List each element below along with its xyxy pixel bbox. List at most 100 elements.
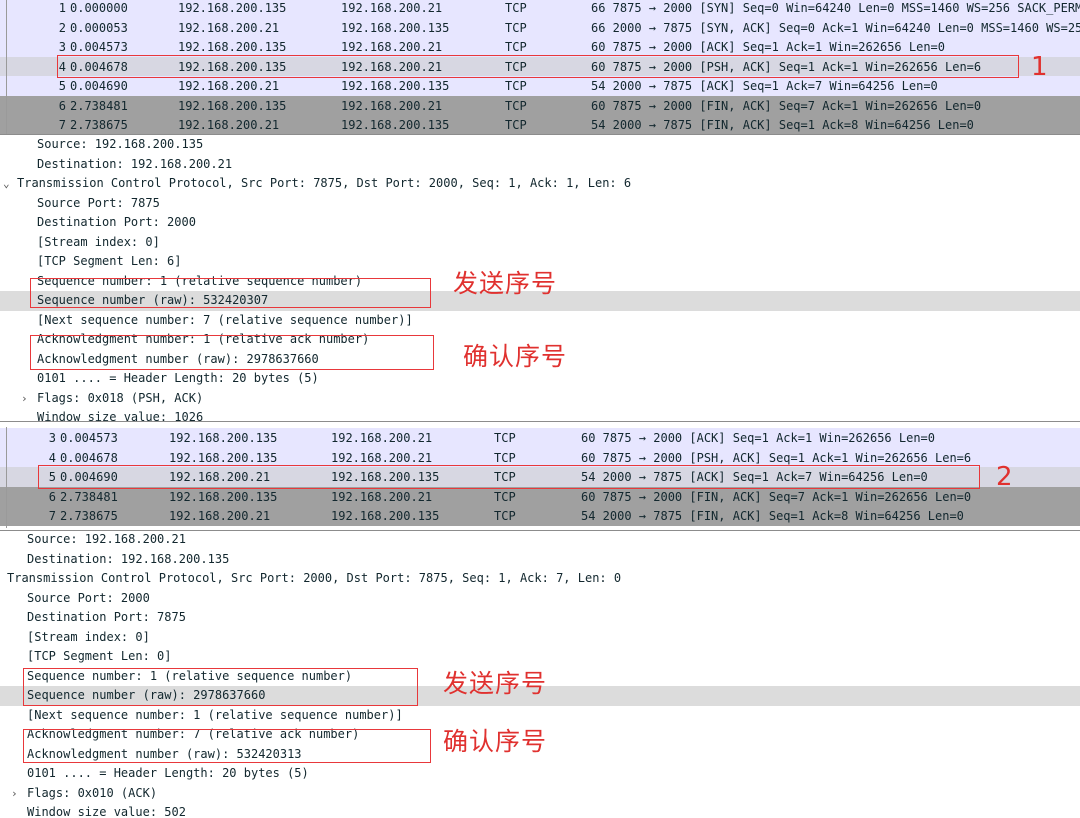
expand-arrow-icon[interactable]: › [21, 389, 28, 409]
packet-source: 192.168.200.135 [178, 98, 287, 113]
packet-row[interactable]: 3 0.004573 192.168.200.135 192.168.200.21 TC… [0, 428, 1080, 448]
packet-row[interactable]: 7 2.738675 192.168.200.21 192.168.200.135 TC… [0, 115, 1080, 134]
packet-protocol: TCP [505, 20, 527, 35]
packet-protocol: TCP [505, 1, 527, 15]
packet-source: 192.168.200.135 [169, 431, 278, 445]
packet-info: 54 2000 → 7875 [FIN, ACK] Seq=1 Ack=8 Wi… [581, 509, 964, 523]
packet-destination: 192.168.200.21 [331, 489, 433, 504]
detail-line[interactable]: Source: 192.168.200.21 [0, 533, 1080, 550]
detail-line[interactable]: [TCP Segment Len: 0] [0, 647, 1080, 667]
related-packet-gutter [6, 0, 7, 134]
packet-row[interactable]: 3 0.004573 192.168.200.135 192.168.200.21 TC… [0, 37, 1080, 57]
annotation-marker-2: 2 [996, 462, 1013, 492]
annotation-ack-seq-2: 确认序号 [443, 727, 548, 756]
packet-row[interactable]: 6 2.738481 192.168.200.135 192.168.200.21 TC… [0, 486, 1080, 506]
highlight-box-packet-5 [38, 465, 980, 489]
detail-line[interactable]: [Stream index: 0] [0, 628, 1080, 648]
detail-line[interactable]: Destination: 192.168.200.135 [0, 550, 1080, 570]
detail-line[interactable]: ⌄ Transmission Control Protocol, Src Port… [0, 174, 1080, 194]
packet-info: 54 2000 → 7875 [FIN, ACK] Seq=1 Ack=8 Wi… [591, 118, 974, 132]
detail-line[interactable]: Destination Port: 2000 [0, 213, 1080, 233]
detail-text: Transmission Control Protocol, Src Port:… [7, 571, 622, 585]
detail-line[interactable]: › Flags: 0x010 (ACK) [0, 784, 1080, 804]
detail-text: Destination Port: 2000 [37, 215, 196, 229]
related-packet-gutter [6, 427, 7, 528]
packet-row[interactable]: 7 2.738675 192.168.200.21 192.168.200.135 TC… [0, 506, 1080, 526]
packet-number: 6 [58, 98, 66, 113]
detail-line[interactable]: Source Port: 7875 [0, 194, 1080, 214]
packet-destination: 192.168.200.135 [331, 509, 440, 523]
packet-number: 7 [48, 509, 56, 523]
packet-destination: 192.168.200.135 [341, 79, 450, 93]
packet-protocol: TCP [505, 118, 527, 132]
packet-time: 0.004690 [70, 79, 128, 93]
highlight-box-ack-1 [30, 335, 434, 370]
detail-line[interactable]: Source Port: 2000 [0, 589, 1080, 609]
packet-destination: 192.168.200.135 [341, 20, 450, 35]
packet-protocol: TCP [494, 450, 516, 465]
detail-text: Flags: 0x010 (ACK) [27, 785, 158, 800]
detail-line[interactable]: Window size value: 502 [0, 803, 1080, 818]
packet-source: 192.168.200.135 [169, 450, 278, 465]
packet-source: 192.168.200.21 [169, 509, 271, 523]
annotation-marker-1: 1 [1031, 52, 1048, 82]
detail-line[interactable]: Source: 192.168.200.135 [0, 139, 1080, 155]
packet-time: 0.004573 [60, 431, 118, 445]
packet-row[interactable]: 1 0.000000 192.168.200.135 192.168.200.21 TC… [0, 0, 1080, 18]
packet-row[interactable]: 6 2.738481 192.168.200.135 192.168.200.21 TC… [0, 95, 1080, 115]
packet-destination: 192.168.200.21 [341, 1, 443, 15]
packet-source: 192.168.200.135 [169, 489, 278, 504]
packet-number: 6 [48, 489, 56, 504]
list-details-divider-2[interactable] [0, 530, 1080, 531]
detail-line[interactable]: [Next sequence number: 1 (relative seque… [0, 706, 1080, 726]
expand-arrow-icon[interactable]: › [11, 784, 18, 804]
detail-text: [Next sequence number: 1 (relative seque… [27, 707, 403, 722]
detail-text: 0101 .... = Header Length: 20 bytes (5) [37, 371, 319, 385]
packet-time: 0.004573 [70, 40, 128, 54]
packet-info: 66 7875 → 2000 [SYN] Seq=0 Win=64240 Len… [591, 1, 1080, 15]
list-details-divider-1[interactable] [0, 134, 1080, 135]
detail-line[interactable]: 0101 .... = Header Length: 20 bytes (5) [0, 764, 1080, 784]
detail-text: Window size value: 1026 [37, 410, 204, 421]
detail-text: Destination Port: 7875 [27, 610, 186, 624]
packet-protocol: TCP [494, 509, 516, 523]
detail-line[interactable]: 0101 .... = Header Length: 20 bytes (5) [0, 369, 1080, 389]
detail-text: Source: 192.168.200.21 [27, 533, 186, 546]
collapse-arrow-icon[interactable]: ⌄ [3, 174, 10, 194]
annotation-ack-seq-1: 确认序号 [463, 342, 568, 371]
packet-destination: 192.168.200.21 [341, 40, 443, 54]
packet-destination: 192.168.200.21 [331, 450, 433, 465]
annotation-send-seq-2: 发送序号 [443, 669, 548, 698]
highlight-box-packet-4 [57, 55, 1019, 78]
detail-line[interactable]: [Stream index: 0] [0, 233, 1080, 253]
packet-destination: 192.168.200.21 [341, 98, 443, 113]
packet-source: 192.168.200.21 [178, 79, 280, 93]
packet-time: 2.738675 [70, 118, 128, 132]
detail-line[interactable]: Window size value: 1026 [0, 408, 1080, 421]
packet-time: 0.000000 [70, 1, 128, 15]
detail-text: [Stream index: 0] [37, 234, 160, 249]
detail-text: [TCP Segment Len: 0] [27, 649, 172, 663]
packet-number: 4 [48, 450, 56, 465]
detail-line[interactable]: [Next sequence number: 7 (relative seque… [0, 311, 1080, 331]
detail-line[interactable]: Transmission Control Protocol, Src Port:… [0, 569, 1080, 589]
packet-protocol: TCP [505, 40, 527, 54]
packet-info: 60 7875 → 2000 [ACK] Seq=1 Ack=1 Win=262… [591, 40, 946, 54]
detail-text: Source Port: 2000 [27, 590, 150, 605]
detail-text: [Next sequence number: 7 (relative seque… [37, 312, 413, 327]
detail-text: Source: 192.168.200.135 [37, 139, 204, 151]
packet-protocol: TCP [494, 489, 516, 504]
packet-number: 3 [58, 40, 66, 54]
packet-destination: 192.168.200.21 [331, 431, 433, 445]
packet-row[interactable]: 2 0.000053 192.168.200.21 192.168.200.135 TC… [0, 17, 1080, 37]
detail-line[interactable]: Destination Port: 7875 [0, 608, 1080, 628]
packet-number: 2 [58, 20, 66, 35]
detail-text: Destination: 192.168.200.135 [27, 551, 230, 566]
packet-time: 2.738481 [70, 98, 128, 113]
detail-line[interactable]: Destination: 192.168.200.21 [0, 155, 1080, 175]
detail-text: [TCP Segment Len: 6] [37, 254, 182, 268]
packet-row[interactable]: 5 0.004690 192.168.200.21 192.168.200.135 TC… [0, 76, 1080, 96]
detail-line[interactable]: › Flags: 0x018 (PSH, ACK) [0, 389, 1080, 409]
packet-info: 60 7875 → 2000 [FIN, ACK] Seq=7 Ack=1 Wi… [591, 98, 982, 113]
packet-number: 3 [48, 431, 56, 445]
